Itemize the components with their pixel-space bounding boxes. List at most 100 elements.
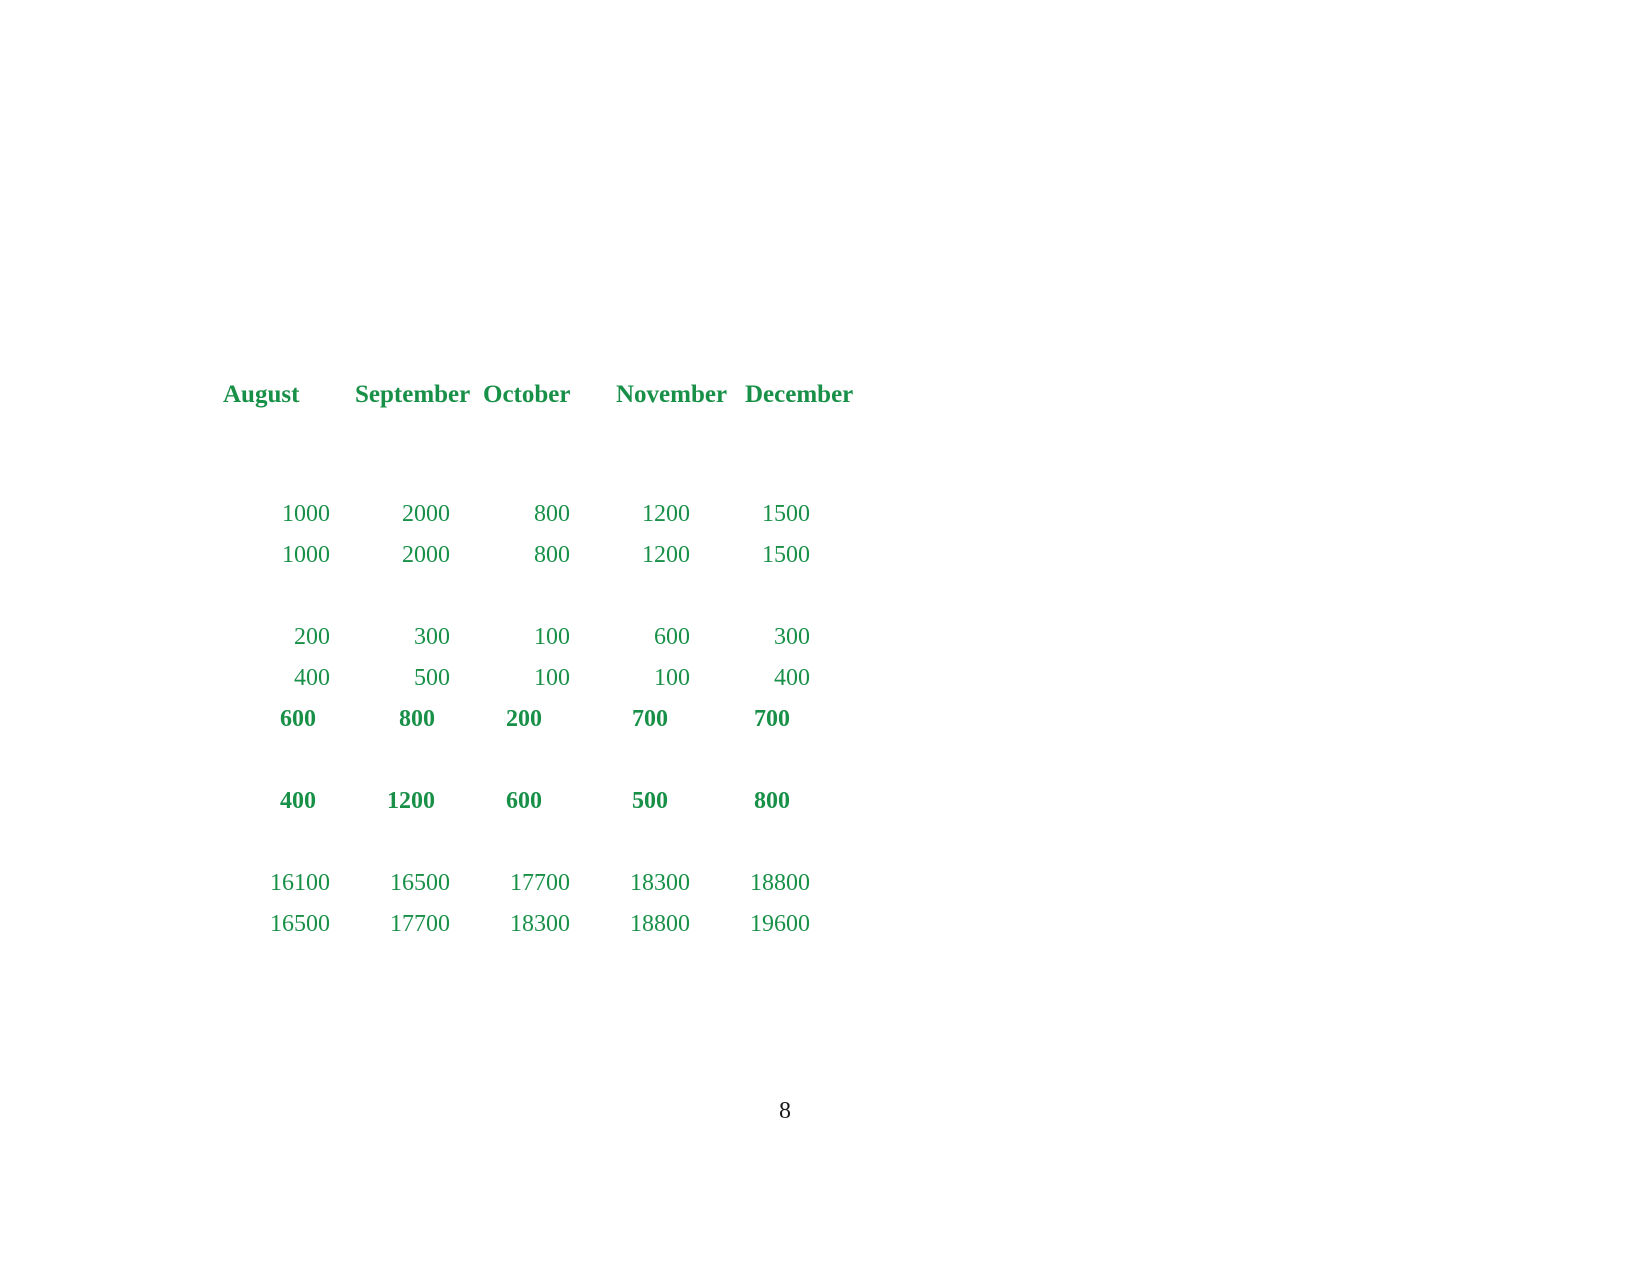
table-cell: 100 [534, 665, 570, 691]
table-body: 1000 2000 800 1200 1500 1000 2000 800 1200 1500 20… [130, 412, 810, 945]
row-label-cell [130, 412, 210, 453]
table-cell [210, 412, 330, 453]
row-label-cell [130, 904, 210, 945]
table-cell [690, 822, 810, 863]
table-cell: 18300 [510, 911, 570, 937]
table-cell: 800 [534, 501, 570, 527]
table-cell: 1200 [387, 788, 435, 814]
table-row: 1000 2000 800 1200 1500 [130, 494, 810, 535]
table-cell: 300 [774, 624, 810, 650]
table-cell: 700 [754, 706, 790, 732]
table-cell: 17700 [510, 870, 570, 896]
document-page: August September October November Decemb… [0, 0, 1650, 1275]
table-cell: 200 [294, 624, 330, 650]
row-label-cell [130, 822, 210, 863]
row-label-cell [130, 781, 210, 822]
table-cell: 600 [280, 706, 316, 732]
column-header-label [130, 378, 210, 412]
table-cell [690, 453, 810, 494]
table-cell: 18800 [750, 870, 810, 896]
table-spacer-row [130, 576, 810, 617]
table-cell [210, 822, 330, 863]
table-row: 16100 16500 17700 18300 18800 [130, 863, 810, 904]
table-cell: 19600 [750, 911, 810, 937]
table-cell [210, 576, 330, 617]
table-cell: 700 [632, 706, 668, 732]
table-cell [450, 412, 570, 453]
table-cell [330, 740, 450, 781]
column-header-november: November [616, 381, 728, 408]
table-spacer-row [130, 822, 810, 863]
table-spacer-row [130, 412, 810, 453]
table-spacer-row [130, 740, 810, 781]
table-cell [450, 740, 570, 781]
table-cell: 800 [534, 542, 570, 568]
table-cell [570, 453, 690, 494]
row-label-cell [130, 658, 210, 699]
table-cell: 400 [294, 665, 330, 691]
table-row: 1000 2000 800 1200 1500 [130, 535, 810, 576]
table-cell: 600 [654, 624, 690, 650]
table-header: August September October November Decemb… [130, 378, 853, 412]
data-table-block: August September October November Decemb… [130, 378, 853, 945]
table-cell [690, 740, 810, 781]
table-cell: 2000 [402, 542, 450, 568]
table-cell: 500 [414, 665, 450, 691]
table-cell [690, 412, 810, 453]
table-cell [330, 453, 450, 494]
table-cell: 100 [654, 665, 690, 691]
table-cell: 2000 [402, 501, 450, 527]
table-cell: 200 [506, 706, 542, 732]
table-cell: 500 [632, 788, 668, 814]
page-number: 8 [779, 1098, 791, 1124]
table-cell [570, 412, 690, 453]
row-label-cell [130, 617, 210, 658]
table-cell [450, 822, 570, 863]
table-cell: 1000 [282, 501, 330, 527]
table-cell: 16100 [270, 870, 330, 896]
table-cell: 100 [534, 624, 570, 650]
table-cell: 16500 [270, 911, 330, 937]
table-cell [330, 412, 450, 453]
table-cell: 800 [399, 706, 435, 732]
table-row: 600 800 200 700 700 [130, 699, 810, 740]
table-row: 400 500 100 100 400 [130, 658, 810, 699]
row-label-cell [130, 576, 210, 617]
table-cell [330, 822, 450, 863]
table-cell: 400 [774, 665, 810, 691]
row-label-cell [130, 494, 210, 535]
table-row: 400 1200 600 500 800 [130, 781, 810, 822]
monthly-data-table: August September October November Decemb… [130, 378, 853, 945]
table-cell [570, 822, 690, 863]
table-cell: 300 [414, 624, 450, 650]
table-header-row: August September October November Decemb… [130, 378, 853, 412]
table-spacer-row [130, 453, 810, 494]
table-cell: 600 [506, 788, 542, 814]
table-cell [210, 453, 330, 494]
table-cell [450, 576, 570, 617]
table-cell: 1500 [762, 501, 810, 527]
row-label-cell [130, 535, 210, 576]
table-cell: 18800 [630, 911, 690, 937]
row-label-cell [130, 453, 210, 494]
table-cell: 16500 [390, 870, 450, 896]
table-cell: 17700 [390, 911, 450, 937]
column-header-august: August [223, 381, 300, 408]
table-row: 200 300 100 600 300 [130, 617, 810, 658]
table-cell [570, 740, 690, 781]
table-cell: 1200 [642, 501, 690, 527]
row-label-cell [130, 740, 210, 781]
table-cell: 1000 [282, 542, 330, 568]
column-header-september: September [355, 381, 471, 408]
table-cell [330, 576, 450, 617]
table-cell: 400 [280, 788, 316, 814]
table-cell: 1500 [762, 542, 810, 568]
table-row: 16500 17700 18300 18800 19600 [130, 904, 810, 945]
table-cell [210, 740, 330, 781]
table-cell: 800 [754, 788, 790, 814]
table-cell: 18300 [630, 870, 690, 896]
row-label-cell [130, 863, 210, 904]
row-label-cell [130, 699, 210, 740]
table-cell [450, 453, 570, 494]
table-cell: 1200 [642, 542, 690, 568]
